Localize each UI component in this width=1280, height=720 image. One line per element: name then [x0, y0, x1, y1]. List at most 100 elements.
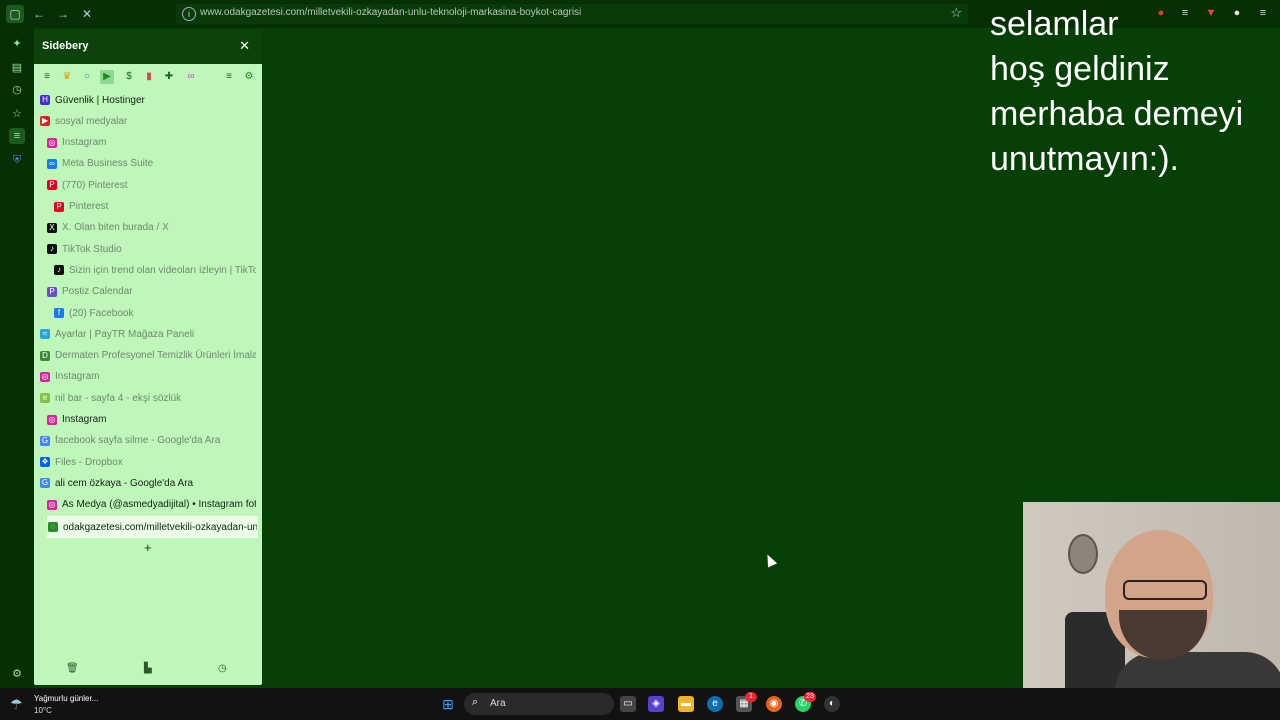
sidebar-toggle-icon[interactable]: ▢: [6, 5, 24, 23]
panel-book-icon[interactable]: ▮: [142, 70, 156, 84]
weather-text: Yağmurlu günler...: [34, 694, 99, 703]
panel-glasses-icon[interactable]: ∞: [184, 70, 198, 84]
panel-crown-icon[interactable]: ♛: [60, 70, 74, 84]
tab-item[interactable]: Gali cem özkaya - Google'da Ara: [40, 473, 256, 493]
panel-list-icon[interactable]: ≡: [40, 70, 54, 84]
copilot-icon[interactable]: ◈: [648, 696, 664, 712]
stop-icon[interactable]: ✕: [78, 5, 96, 23]
forward-icon[interactable]: →: [54, 5, 72, 23]
weather-temp: 10°C: [34, 706, 52, 715]
mouse-cursor: [762, 552, 778, 568]
history-icon[interactable]: ◷: [218, 663, 227, 674]
taskbar: ☂ Yağmurlu günler... 10°C ⊞ ⌕ Ara ▭ ◈ ▬ …: [0, 688, 1280, 720]
tab-label: As Medya (@asmedyadijital) • Instagram f…: [62, 499, 256, 511]
tab-favicon-icon: ∞: [47, 158, 57, 169]
tab-favicon-icon: G: [40, 478, 50, 489]
address-bar[interactable]: i www.odakgazetesi.com/milletvekili-ozka…: [176, 4, 968, 24]
search-placeholder: Ara: [490, 698, 506, 709]
tab-item[interactable]: P Postiz Calendar: [47, 282, 256, 302]
overlay-line: merhaba demeyi: [990, 95, 1244, 133]
close-icon[interactable]: ✕: [239, 38, 250, 54]
overlay-line: unutmayın:).: [990, 140, 1179, 178]
tab-label: (770) Pinterest: [62, 179, 128, 191]
tab-item[interactable]: P (770) Pinterest: [47, 175, 256, 195]
sidebery-panel-icon[interactable]: ≡: [9, 128, 25, 144]
tab-item[interactable]: H Güvenlik | Hostinger: [40, 90, 256, 110]
tab-item[interactable]: ♪ TikTok Studio: [47, 239, 256, 259]
bookmark-star-icon[interactable]: ☆: [950, 5, 962, 21]
bitwarden-icon[interactable]: ⛨: [9, 152, 25, 168]
bookmarks-icon[interactable]: ☆: [9, 106, 25, 122]
tab-item[interactable]: f (20) Facebook: [54, 303, 256, 323]
store-icon[interactable]: ▦ 1: [736, 692, 757, 712]
tab-item[interactable]: Gfacebook sayfa silme - Google'da Ara: [40, 431, 256, 451]
tab-favicon-icon: G: [40, 435, 50, 446]
tab-label: Postiz Calendar: [62, 286, 133, 298]
back-icon[interactable]: ←: [30, 5, 48, 23]
tab-item[interactable]: ◎ Instagram: [40, 367, 256, 387]
rain-cloud-icon: ☂: [10, 696, 23, 712]
tab-favicon-icon: ◎: [47, 137, 57, 148]
tab-label: Ayarlar | PayTR Mağaza Paneli: [55, 328, 195, 340]
wall-clock: [1068, 534, 1098, 574]
history-panel-icon[interactable]: ▤: [9, 60, 25, 76]
whatsapp-icon[interactable]: ✆ 23: [795, 692, 816, 712]
file-explorer-icon[interactable]: ▬: [678, 696, 694, 712]
tab-label: odakgazetesi.com/milletvekili-ozkayadan-…: [63, 521, 258, 533]
tab-item[interactable]: ◎ Instagram: [47, 133, 256, 153]
firefox-icon[interactable]: ◉: [766, 696, 782, 712]
tab-favicon-icon: ◎: [47, 414, 57, 425]
clock-icon[interactable]: ◷: [9, 82, 25, 98]
tab-favicon-icon: e: [40, 393, 50, 404]
tab-item[interactable]: ∞ Meta Business Suite: [47, 154, 256, 174]
tab-favicon-icon: ◎: [47, 499, 57, 510]
task-view-icon[interactable]: ▭: [620, 696, 636, 712]
sidebar-rail: ✦ ▤ ◷ ☆ ≡ ⛨ ⚙: [0, 28, 34, 688]
whatsapp-badge: 23: [804, 692, 816, 702]
bookmark-icon[interactable]: ▙: [144, 663, 152, 674]
sidebery-panel: Sidebery ✕ ≡ ♛ ○ ▶ $ ▮ ✚ ∞ ≡ ⚙ H Güvenlik…: [34, 30, 262, 685]
tab-item[interactable]: ◌ odakgazetesi.com/milletvekili-ozkayadan…: [47, 516, 258, 538]
settings-gear-icon[interactable]: ⚙: [9, 666, 25, 682]
new-tab-button[interactable]: +: [144, 540, 152, 555]
tab-item[interactable]: ♪ Sizin için trend olan videoları izleyin…: [54, 260, 256, 280]
tab-label: Meta Business Suite: [62, 158, 154, 170]
tab-item[interactable]: ≈ Ayarlar | PayTR Mağaza Paneli: [40, 324, 256, 344]
tab-item[interactable]: ◎ As Medya (@asmedyadijital) • Instagram …: [47, 495, 256, 515]
tab-item[interactable]: ❖ Files - Dropbox: [40, 452, 256, 472]
tab-label: Dermaten Profesyonel Temizlik Ürünleri İ…: [55, 350, 256, 362]
tab-item[interactable]: X X. Olan biten burada / X: [47, 218, 256, 238]
tab-item[interactable]: ◎ Instagram: [47, 410, 256, 430]
tab-favicon-icon: ◎: [40, 371, 50, 382]
panel-gamepad-icon[interactable]: ✚: [162, 70, 176, 84]
tab-item[interactable]: e nil bar - sayfa 4 - ekşi sözlük: [40, 388, 256, 408]
site-info-icon[interactable]: i: [182, 7, 196, 21]
tab-item[interactable]: P Pinterest: [54, 197, 256, 217]
ai-icon[interactable]: ✦: [9, 36, 25, 52]
app-icon[interactable]: ◐: [824, 696, 840, 712]
tab-label: (20) Facebook: [69, 307, 134, 319]
search-icon: ⌕: [472, 696, 479, 708]
tab-item[interactable]: D Dermaten Profesyonel Temizlik Ürünleri …: [40, 346, 256, 366]
tab-favicon-icon: ♪: [47, 244, 57, 255]
tab-favicon-icon: P: [54, 201, 64, 212]
tab-label: facebook sayfa silme - Google'da Ara: [55, 435, 221, 447]
edge-icon[interactable]: e: [707, 696, 723, 712]
taskbar-search[interactable]: ⌕ Ara: [464, 693, 614, 715]
panel-menu-icon[interactable]: ≡: [222, 70, 236, 84]
tab-favicon-icon: D: [40, 350, 50, 361]
store-badge: 1: [745, 692, 757, 702]
tab-label: nil bar - sayfa 4 - ekşi sözlük: [55, 392, 182, 404]
tab-favicon-icon: f: [54, 308, 64, 318]
tab-favicon-icon: ▶: [40, 116, 50, 127]
panel-settings-icon[interactable]: ⚙: [242, 70, 256, 84]
trash-icon[interactable]: 🗑: [66, 663, 79, 674]
panel-circle-icon[interactable]: ○: [80, 70, 94, 84]
windows-start-icon[interactable]: ⊞: [440, 696, 456, 712]
panel-dollar-icon[interactable]: $: [122, 70, 136, 84]
tab-item[interactable]: ▶ sosyal medyalar: [40, 111, 256, 131]
tab-label: X. Olan biten burada / X: [62, 222, 169, 234]
panel-play-icon[interactable]: ▶: [100, 70, 114, 84]
panel-icon-row: ≡ ♛ ○ ▶ $ ▮ ✚ ∞ ≡ ⚙: [34, 66, 262, 88]
tab-favicon-icon: P: [47, 180, 57, 191]
